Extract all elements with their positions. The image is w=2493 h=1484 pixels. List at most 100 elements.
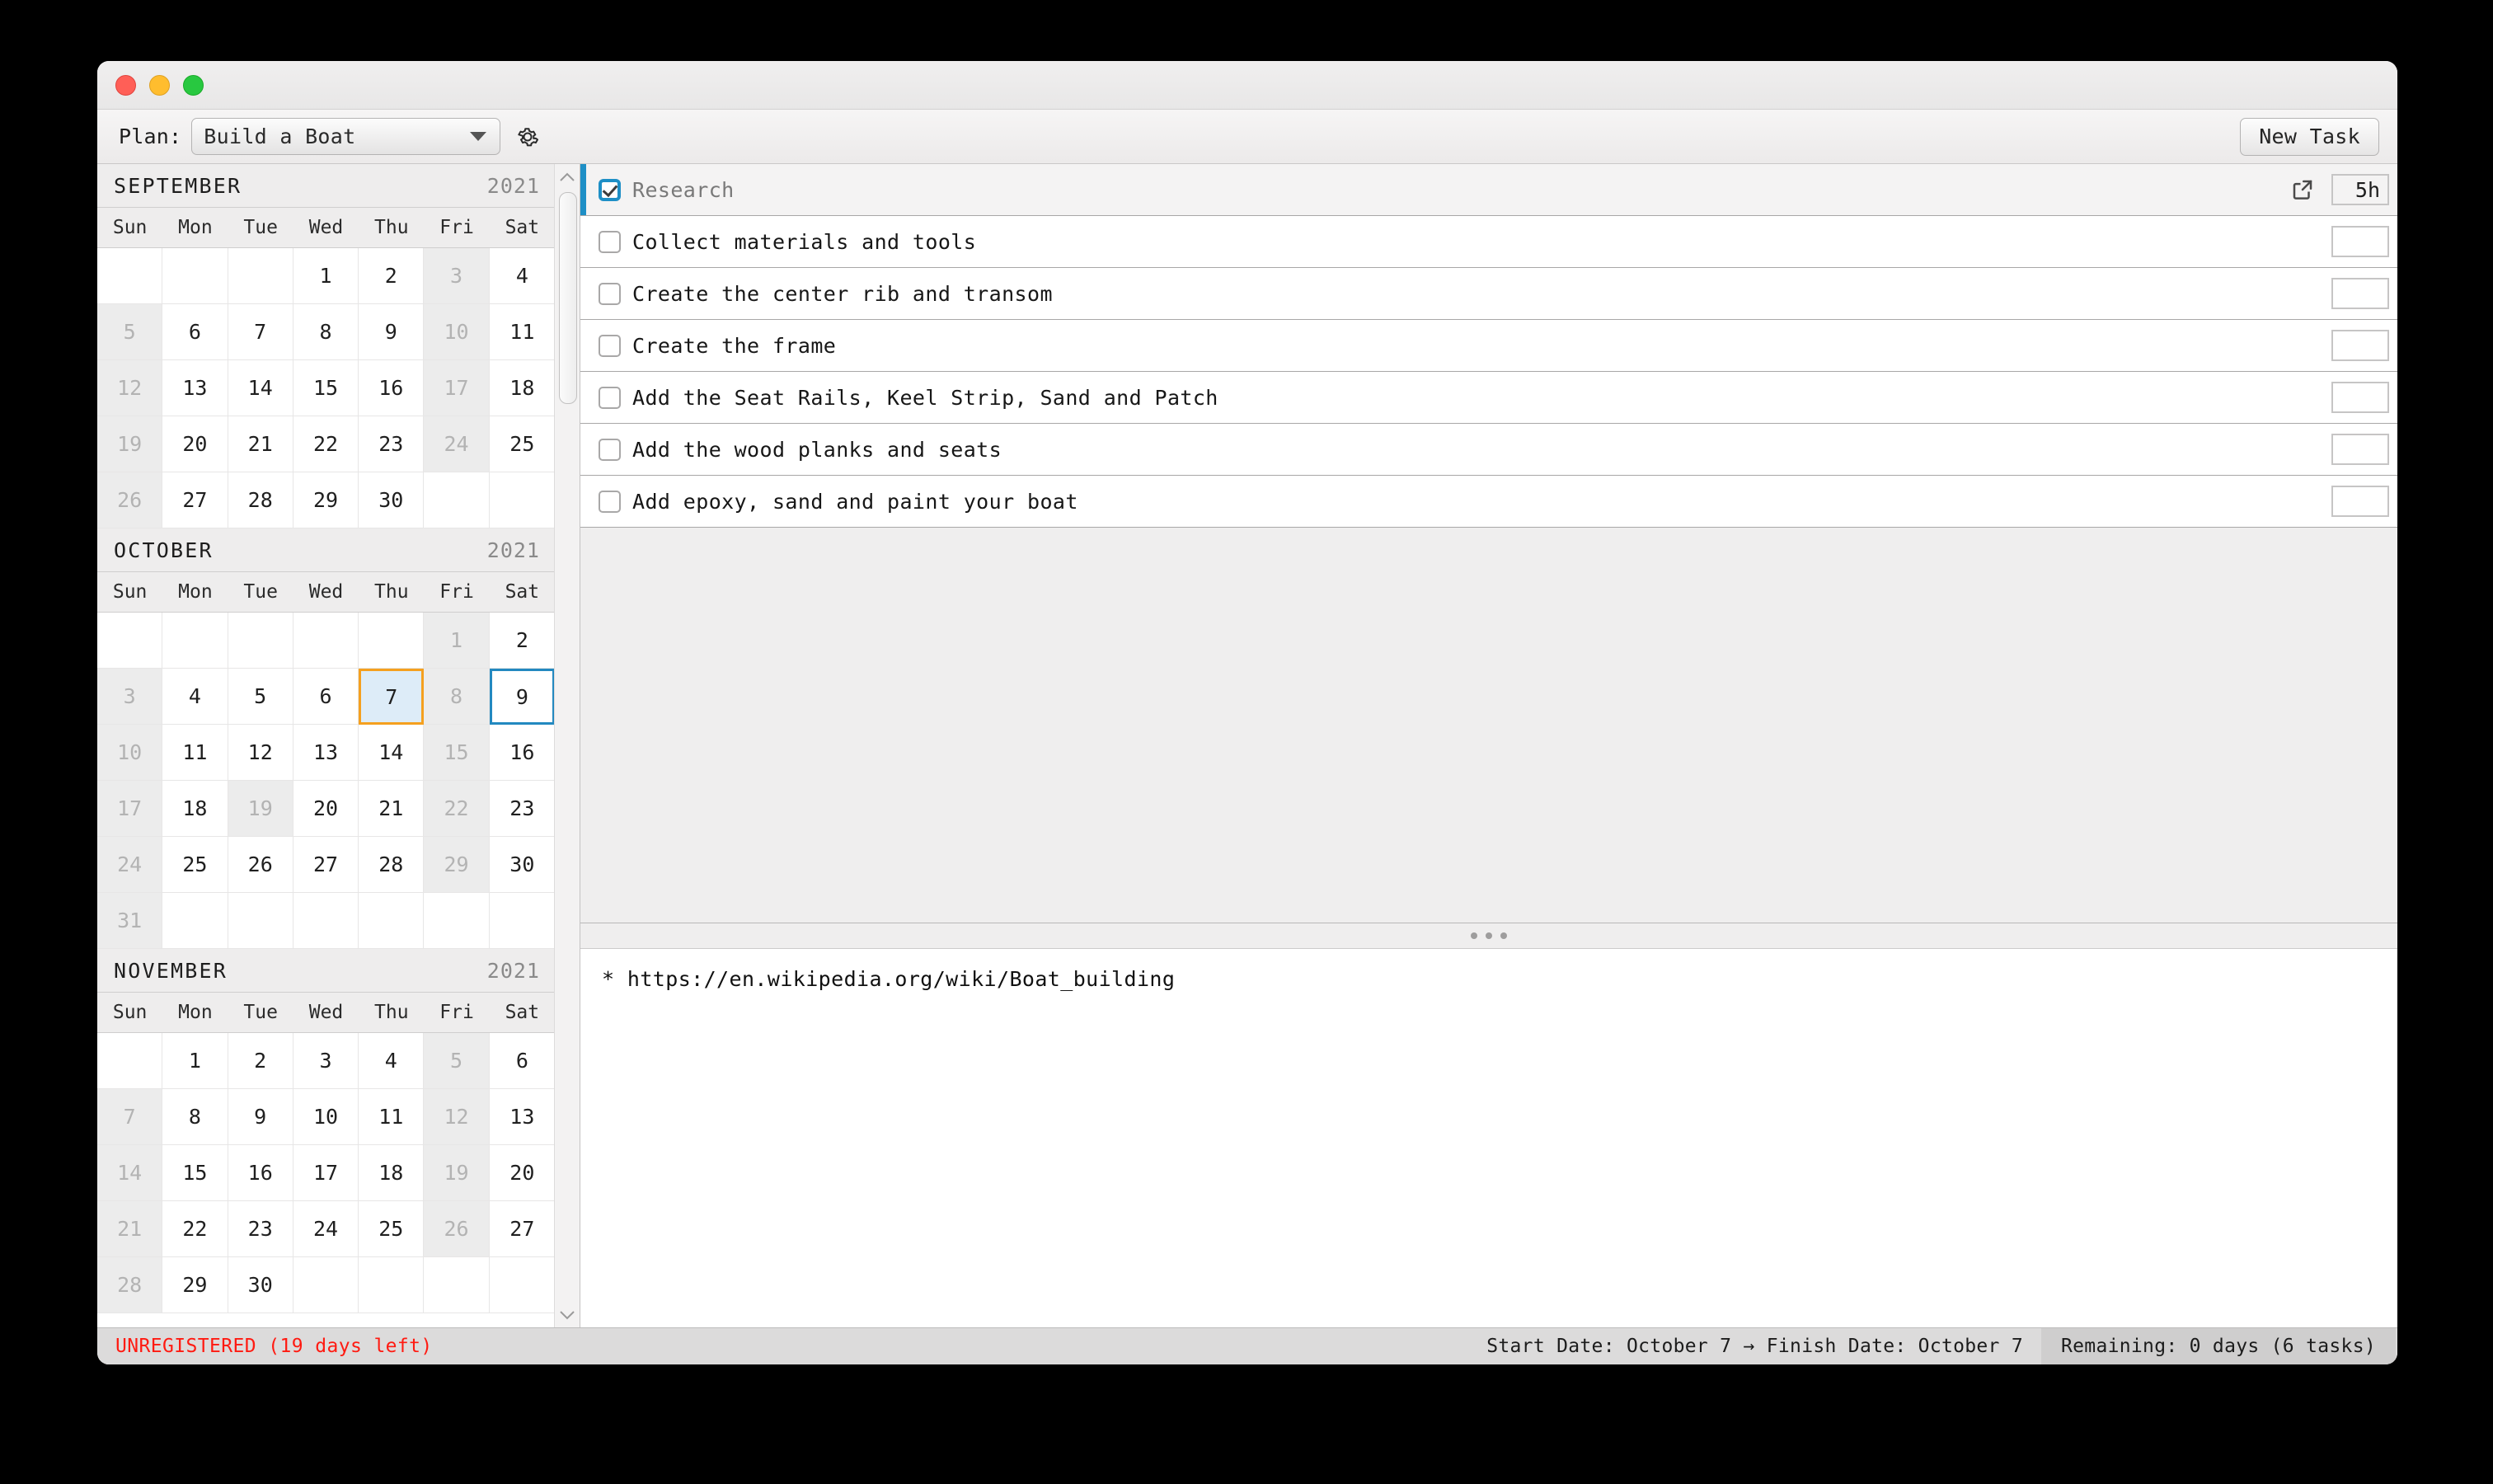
calendar-day[interactable]: 30 <box>489 837 555 893</box>
plan-select[interactable]: Build a Boat <box>191 118 501 155</box>
calendar-day[interactable]: 29 <box>424 837 490 893</box>
calendar-day[interactable]: 1 <box>424 613 490 669</box>
calendar-day[interactable]: 19 <box>228 781 293 837</box>
calendar-day[interactable]: 27 <box>293 837 359 893</box>
calendar-day[interactable]: 2 <box>359 248 425 304</box>
calendar-day[interactable]: 18 <box>489 360 555 416</box>
calendar-day[interactable]: 7 <box>97 1089 163 1145</box>
task-duration-field[interactable] <box>2331 434 2389 465</box>
calendar-day[interactable]: 19 <box>97 416 163 472</box>
task-checkbox[interactable] <box>599 490 621 513</box>
calendar-day[interactable]: 4 <box>162 669 228 725</box>
calendar-day[interactable]: 7 <box>228 304 293 360</box>
calendar-day[interactable]: 12 <box>228 725 293 781</box>
calendar-day[interactable]: 31 <box>97 893 163 949</box>
calendar-day[interactable]: 24 <box>97 837 163 893</box>
new-task-button[interactable]: New Task <box>2240 117 2379 156</box>
task-label[interactable]: Create the center rib and transom <box>632 282 1053 306</box>
calendar-day[interactable]: 8 <box>162 1089 228 1145</box>
calendar-day[interactable]: 26 <box>228 837 293 893</box>
task-label[interactable]: Collect materials and tools <box>632 230 976 254</box>
calendar-day[interactable]: 13 <box>293 725 359 781</box>
calendar-day[interactable]: 17 <box>97 781 163 837</box>
calendar-day[interactable]: 16 <box>359 360 425 416</box>
calendar-day[interactable]: 11 <box>162 725 228 781</box>
calendar-day[interactable]: 28 <box>359 837 425 893</box>
calendar-day[interactable]: 10 <box>293 1089 359 1145</box>
close-window-button[interactable] <box>115 74 136 96</box>
calendar-day[interactable]: 28 <box>228 472 293 528</box>
calendar-scroll-area[interactable]: SEPTEMBER 2021 Sun Mon Tue Wed Thu Fri Sat 1 2 3 4 5 6… <box>97 164 580 1327</box>
calendar-day[interactable]: 3 <box>293 1033 359 1089</box>
calendar-day[interactable]: 18 <box>359 1145 425 1201</box>
calendar-day[interactable]: 14 <box>359 725 425 781</box>
task-checkbox[interactable] <box>599 334 621 357</box>
task-checkbox[interactable] <box>599 282 621 305</box>
calendar-day[interactable]: 3 <box>424 248 490 304</box>
calendar-day[interactable]: 13 <box>489 1089 555 1145</box>
calendar-day[interactable]: 6 <box>293 669 359 725</box>
panel-splitter[interactable] <box>580 923 2397 949</box>
calendar-day[interactable]: 14 <box>228 360 293 416</box>
calendar-day[interactable]: 24 <box>424 416 490 472</box>
task-row[interactable]: Add epoxy, sand and paint your boat <box>580 476 2397 528</box>
settings-button[interactable] <box>514 123 542 151</box>
task-row[interactable]: Add the wood planks and seats <box>580 424 2397 476</box>
calendar-day[interactable]: 11 <box>489 304 555 360</box>
calendar-scrollbar[interactable] <box>554 164 580 1327</box>
calendar-day[interactable]: 12 <box>424 1089 490 1145</box>
calendar-day[interactable]: 20 <box>489 1145 555 1201</box>
task-checkbox[interactable] <box>599 386 621 409</box>
task-checkbox[interactable] <box>599 178 621 201</box>
calendar-day[interactable]: 21 <box>359 781 425 837</box>
calendar-day[interactable]: 22 <box>162 1201 228 1257</box>
calendar-day[interactable]: 10 <box>97 725 163 781</box>
calendar-day[interactable]: 8 <box>424 669 490 725</box>
calendar-day[interactable]: 16 <box>489 725 555 781</box>
calendar-day[interactable]: 3 <box>97 669 163 725</box>
calendar-day[interactable]: 25 <box>359 1201 425 1257</box>
task-duration-field[interactable] <box>2331 486 2389 517</box>
calendar-day[interactable]: 30 <box>359 472 425 528</box>
calendar-day[interactable]: 27 <box>489 1201 555 1257</box>
calendar-day[interactable]: 15 <box>424 725 490 781</box>
external-link-icon[interactable] <box>2290 177 2315 202</box>
calendar-day[interactable]: 30 <box>228 1257 293 1313</box>
calendar-day[interactable]: 2 <box>489 613 555 669</box>
calendar-day[interactable]: 1 <box>162 1033 228 1089</box>
task-duration-field[interactable] <box>2331 278 2389 309</box>
calendar-day[interactable]: 20 <box>162 416 228 472</box>
calendar-day[interactable]: 25 <box>489 416 555 472</box>
calendar-day[interactable]: 1 <box>293 248 359 304</box>
calendar-day[interactable]: 2 <box>228 1033 293 1089</box>
calendar-day-finish[interactable]: 9 <box>489 669 555 725</box>
drag-handle-icon[interactable] <box>1471 932 1507 939</box>
calendar-day[interactable]: 23 <box>228 1201 293 1257</box>
calendar-day[interactable]: 6 <box>162 304 228 360</box>
task-row[interactable]: Collect materials and tools <box>580 216 2397 268</box>
task-duration-field[interactable] <box>2331 330 2389 361</box>
calendar-day[interactable]: 9 <box>359 304 425 360</box>
task-label[interactable]: Add the wood planks and seats <box>632 438 1002 462</box>
task-checkbox[interactable] <box>599 438 621 461</box>
task-duration-field[interactable]: 5h <box>2331 174 2389 205</box>
calendar-day[interactable]: 21 <box>97 1201 163 1257</box>
calendar-day[interactable]: 14 <box>97 1145 163 1201</box>
calendar-day[interactable]: 18 <box>162 781 228 837</box>
calendar-day[interactable]: 10 <box>424 304 490 360</box>
task-label[interactable]: Create the frame <box>632 334 836 358</box>
calendar-day[interactable]: 23 <box>359 416 425 472</box>
minimize-window-button[interactable] <box>149 74 170 96</box>
calendar-day[interactable]: 6 <box>489 1033 555 1089</box>
calendar-day[interactable]: 4 <box>359 1033 425 1089</box>
calendar-day[interactable]: 19 <box>424 1145 490 1201</box>
calendar-day[interactable]: 23 <box>489 781 555 837</box>
calendar-day[interactable]: 17 <box>293 1145 359 1201</box>
calendar-day[interactable]: 11 <box>359 1089 425 1145</box>
calendar-day[interactable]: 28 <box>97 1257 163 1313</box>
calendar-day[interactable]: 26 <box>97 472 163 528</box>
calendar-day[interactable]: 12 <box>97 360 163 416</box>
calendar-day[interactable]: 26 <box>424 1201 490 1257</box>
calendar-day[interactable]: 25 <box>162 837 228 893</box>
calendar-day[interactable]: 16 <box>228 1145 293 1201</box>
